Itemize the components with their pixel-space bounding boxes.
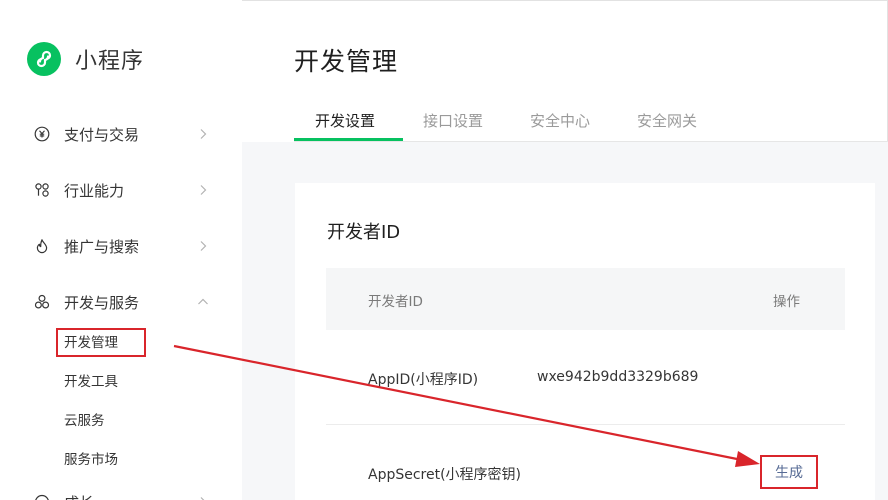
section-title: 开发者ID: [327, 222, 401, 243]
sidebar-item-label: 成长: [64, 492, 94, 500]
annotation-highlight-box: [56, 328, 146, 357]
tab-bar: 开发设置 接口设置 安全中心 安全网关: [294, 106, 888, 142]
tab-security-gateway[interactable]: 安全网关: [637, 110, 697, 131]
sidebar-item-growth[interactable]: 成长: [33, 490, 213, 500]
sidebar-item-label: 推广与搜索: [64, 237, 140, 256]
miniprogram-logo-icon: [27, 42, 61, 76]
table-header-devid: 开发者ID: [368, 294, 423, 310]
cluster-icon: [33, 293, 51, 311]
tab-dev-settings[interactable]: 开发设置: [315, 110, 375, 131]
growth-icon: [33, 493, 51, 500]
active-tab-indicator: [294, 138, 403, 141]
chevron-right-icon: [193, 236, 213, 256]
chevron-right-icon: [193, 492, 213, 500]
flame-icon: [33, 237, 51, 255]
sidebar-item-label: 行业能力: [64, 181, 125, 200]
page-title: 开发管理: [294, 47, 399, 76]
sidebar-subitem-market[interactable]: 服务市场: [64, 450, 118, 470]
table-header-action: 操作: [773, 294, 800, 310]
yuan-circle-icon: [33, 125, 51, 143]
appid-label: AppID(小程序ID): [368, 372, 479, 388]
sidebar-item-industry[interactable]: 行业能力: [33, 178, 213, 202]
tab-security-center[interactable]: 安全中心: [530, 110, 590, 131]
table-header: 开发者ID 操作: [326, 268, 845, 330]
sidebar-item-label: 支付与交易: [64, 125, 140, 144]
brand[interactable]: 小程序: [27, 42, 144, 76]
sidebar-item-dev-services[interactable]: 开发与服务: [33, 290, 213, 314]
appsecret-label: AppSecret(小程序密钥): [368, 467, 522, 483]
generate-secret-button[interactable]: 生成: [760, 455, 818, 489]
chevron-right-icon: [193, 180, 213, 200]
sidebar-item-label: 开发与服务: [64, 293, 140, 312]
sidebar-item-payment[interactable]: 支付与交易: [33, 122, 213, 146]
chevron-right-icon: [193, 124, 213, 144]
chevron-up-icon: [193, 292, 213, 312]
sidebar-subitem-dev-tools[interactable]: 开发工具: [64, 372, 118, 392]
row-divider: [326, 424, 845, 425]
sidebar-item-promotion[interactable]: 推广与搜索: [33, 234, 213, 258]
appid-value: wxe942b9dd3329b689: [537, 369, 699, 385]
tab-api-settings[interactable]: 接口设置: [423, 110, 483, 131]
app-name: 小程序: [75, 49, 145, 74]
sidebar-subitem-cloud[interactable]: 云服务: [64, 411, 105, 431]
sidebar: 小程序 支付与交易 行业能力 推广与搜索 开发与服务 开发管理 开发工具 云服务…: [0, 0, 242, 500]
link-nodes-icon: [33, 181, 51, 199]
